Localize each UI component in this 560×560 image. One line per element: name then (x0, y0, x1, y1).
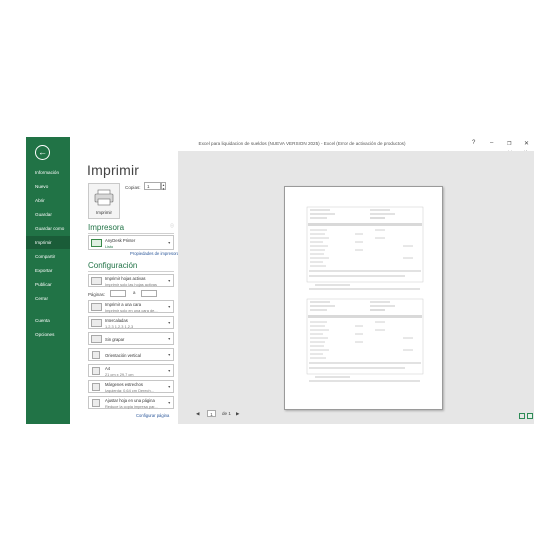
chevron-down-icon: ▼ (167, 321, 171, 325)
window-title: Excel para liquidacion de sueldos (NUEVA… (198, 141, 406, 146)
portrait-orientation-icon (92, 351, 100, 359)
orientation-dropdown[interactable]: Orientación vertical ▼ (88, 348, 174, 361)
sidebar-item-opciones[interactable]: Opciones (26, 328, 70, 341)
collate-line2: 1,2,3 1,2,3 1,2,3 (105, 323, 134, 329)
paper-size-line1: A4 (105, 366, 111, 371)
scaling-line2: Reduce la copia impresa par... (105, 403, 158, 409)
next-page-icon[interactable]: ▶ (236, 411, 240, 417)
sidebar-item-publicar[interactable]: Publicar (26, 278, 70, 291)
one-sided-icon (91, 303, 102, 311)
margins-dropdown[interactable]: Márgenes estrechos Izquierda: 0,64 cm De… (88, 380, 174, 393)
print-button[interactable]: Imprimir (88, 183, 120, 219)
staple-dropdown[interactable]: Sin grapar ▼ (88, 332, 174, 345)
excel-backstage-window: ← Información Nuevo Abrir Guardar Guarda… (26, 137, 534, 424)
printer-icon (94, 189, 114, 206)
sidebar-item-exportar[interactable]: Exportar (26, 264, 70, 277)
back-arrow-icon[interactable]: ← (35, 145, 50, 160)
sidebar-item-informacion[interactable]: Información (26, 166, 70, 179)
sidebar-item-imprimir[interactable]: Imprimir (26, 236, 70, 249)
sidebar-item-guardar-como[interactable]: Guardar como (26, 222, 70, 235)
paper-size-dropdown[interactable]: A4 21 cm x 29,7 cm ▼ (88, 364, 174, 377)
chevron-down-icon: ▼ (167, 369, 171, 373)
show-margins-icon[interactable] (519, 413, 525, 419)
title-bar: Excel para liquidacion de sueldos (NUEVA… (70, 137, 534, 151)
minimize-icon[interactable]: – (490, 140, 493, 146)
chevron-down-icon: ▼ (167, 337, 171, 341)
settings-section-title: Configuración (88, 261, 138, 270)
sidebar-item-cerrar[interactable]: Cerrar (26, 292, 70, 305)
sidebar-item-compartir[interactable]: Compartir (26, 250, 70, 263)
sidebar-item-abrir[interactable]: Abrir (26, 194, 70, 207)
chevron-down-icon: ▼ (167, 279, 171, 283)
fit-sheet-icon (92, 399, 100, 407)
sidebar-item-cuenta[interactable]: Cuenta (26, 314, 70, 327)
chevron-down-icon: ▼ (167, 241, 171, 245)
printer-name: AnyDesk Printer (105, 238, 136, 243)
print-what-line2: Imprimir solo las hojas activas (105, 281, 157, 287)
margins-icon (92, 383, 100, 391)
help-button[interactable]: ? (472, 140, 475, 146)
prev-page-icon[interactable]: ◀ (196, 411, 200, 417)
printer-device-icon (91, 239, 102, 247)
sidebar-item-nuevo[interactable]: Nuevo (26, 180, 70, 193)
collate-line1: Intercaladas (105, 318, 128, 323)
zoom-to-page-icon[interactable] (527, 413, 533, 419)
pages-to-label: a (133, 290, 136, 295)
print-sides-line1: Imprimir a una cara (105, 302, 142, 307)
printer-dropdown[interactable]: AnyDesk Printer Listo ▼ (88, 235, 174, 250)
pages-to-input[interactable] (141, 290, 157, 297)
copies-input[interactable]: 1 (144, 182, 161, 190)
orientation-line1: Orientación vertical (105, 353, 141, 358)
payslip-preview-image (306, 206, 424, 382)
sidebar-item-guardar[interactable]: Guardar (26, 208, 70, 221)
page-title: Imprimir (87, 162, 140, 178)
printer-divider (88, 233, 174, 234)
paper-size-icon (92, 367, 100, 375)
close-icon[interactable]: ✕ (524, 140, 529, 147)
sheet-icon (91, 277, 102, 285)
pages-from-input[interactable] (110, 290, 126, 297)
margins-line2: Izquierda: 0,64 cm Derech... (105, 387, 154, 393)
paper-size-line2: 21 cm x 29,7 cm (105, 371, 134, 377)
chevron-down-icon: ▼ (167, 401, 171, 405)
print-what-line1: Imprimir hojas activas (105, 276, 146, 281)
margins-line1: Márgenes estrechos (105, 382, 143, 387)
info-icon[interactable]: ⓘ (170, 223, 174, 229)
backstage-sidebar: ← Información Nuevo Abrir Guardar Guarda… (26, 137, 70, 424)
copies-stepper[interactable]: ▲ ▼ (161, 182, 166, 191)
chevron-down-icon: ▼ (167, 385, 171, 389)
chevron-down-icon: ▼ (167, 353, 171, 357)
scaling-dropdown[interactable]: Ajustar hoja en una página Reduce la cop… (88, 396, 174, 409)
page-setup-link[interactable]: Configurar página (136, 413, 169, 418)
copies-label: Copias: (125, 185, 141, 190)
print-sides-line2: Imprimir solo en una cara de... (105, 307, 158, 313)
staple-line1: Sin grapar (105, 337, 125, 342)
print-what-dropdown[interactable]: Imprimir hojas activas Imprimir solo las… (88, 274, 174, 287)
settings-divider (88, 271, 174, 272)
current-page-input[interactable]: 1 (207, 410, 216, 417)
collate-icon (91, 319, 102, 327)
pages-label: Páginas: (88, 292, 106, 297)
restore-icon[interactable]: ❐ (507, 141, 511, 147)
print-preview-page (284, 186, 443, 410)
collate-dropdown[interactable]: Intercaladas 1,2,3 1,2,3 1,2,3 ▼ (88, 316, 174, 329)
printer-section-title: Impresora (88, 223, 125, 232)
printer-status: Listo (105, 244, 114, 249)
staple-icon (91, 335, 102, 343)
print-button-label: Imprimir (96, 210, 112, 215)
scaling-line1: Ajustar hoja en una página (105, 398, 155, 403)
print-sides-dropdown[interactable]: Imprimir a una cara Imprimir solo en una… (88, 300, 174, 313)
chevron-down-icon: ▼ (167, 305, 171, 309)
printer-properties-link[interactable]: Propiedades de impresora (130, 251, 179, 256)
page-count-label: de 1 (222, 411, 231, 416)
